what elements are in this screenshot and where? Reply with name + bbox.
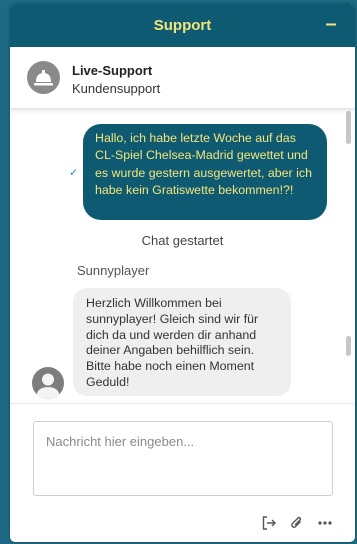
agent-info-bar: Live-Support Kundensupport <box>10 47 355 109</box>
support-chat-widget: Support – Live-Support Kundensupport ✓ H… <box>10 4 355 542</box>
agent-name: Live-Support <box>72 63 153 78</box>
user-message-bubble: Hallo, ich habe letzte Woche auf das CL-… <box>83 124 327 220</box>
service-bell-icon <box>27 61 60 94</box>
paperclip-icon[interactable] <box>287 513 307 533</box>
agent-department: Kundensupport <box>72 81 161 96</box>
more-options-icon[interactable] <box>315 513 335 533</box>
chat-scrollbar[interactable] <box>346 108 351 398</box>
message-list[interactable]: ✓ Hallo, ich habe letzte Woche auf das C… <box>10 110 355 403</box>
scrollbar-thumb-lower[interactable] <box>346 336 351 356</box>
composer-divider <box>10 403 355 404</box>
chat-started-notice: Chat gestartet <box>141 233 224 248</box>
scrollbar-thumb[interactable] <box>346 111 351 144</box>
exit-chat-icon[interactable] <box>259 513 279 533</box>
agent-avatar <box>32 367 64 399</box>
agent-sender-name: Sunnyplayer <box>77 263 150 278</box>
message-input[interactable]: Nachricht hier eingeben... <box>33 421 333 496</box>
composer-actions <box>259 513 335 533</box>
minimize-button[interactable]: – <box>321 12 341 36</box>
agent-message-bubble: Herzlich Willkommen bei sunnyplayer! Gle… <box>73 288 291 396</box>
chat-header: Support – <box>10 4 355 47</box>
header-title: Support <box>153 17 212 34</box>
check-icon: ✓ <box>69 167 79 179</box>
